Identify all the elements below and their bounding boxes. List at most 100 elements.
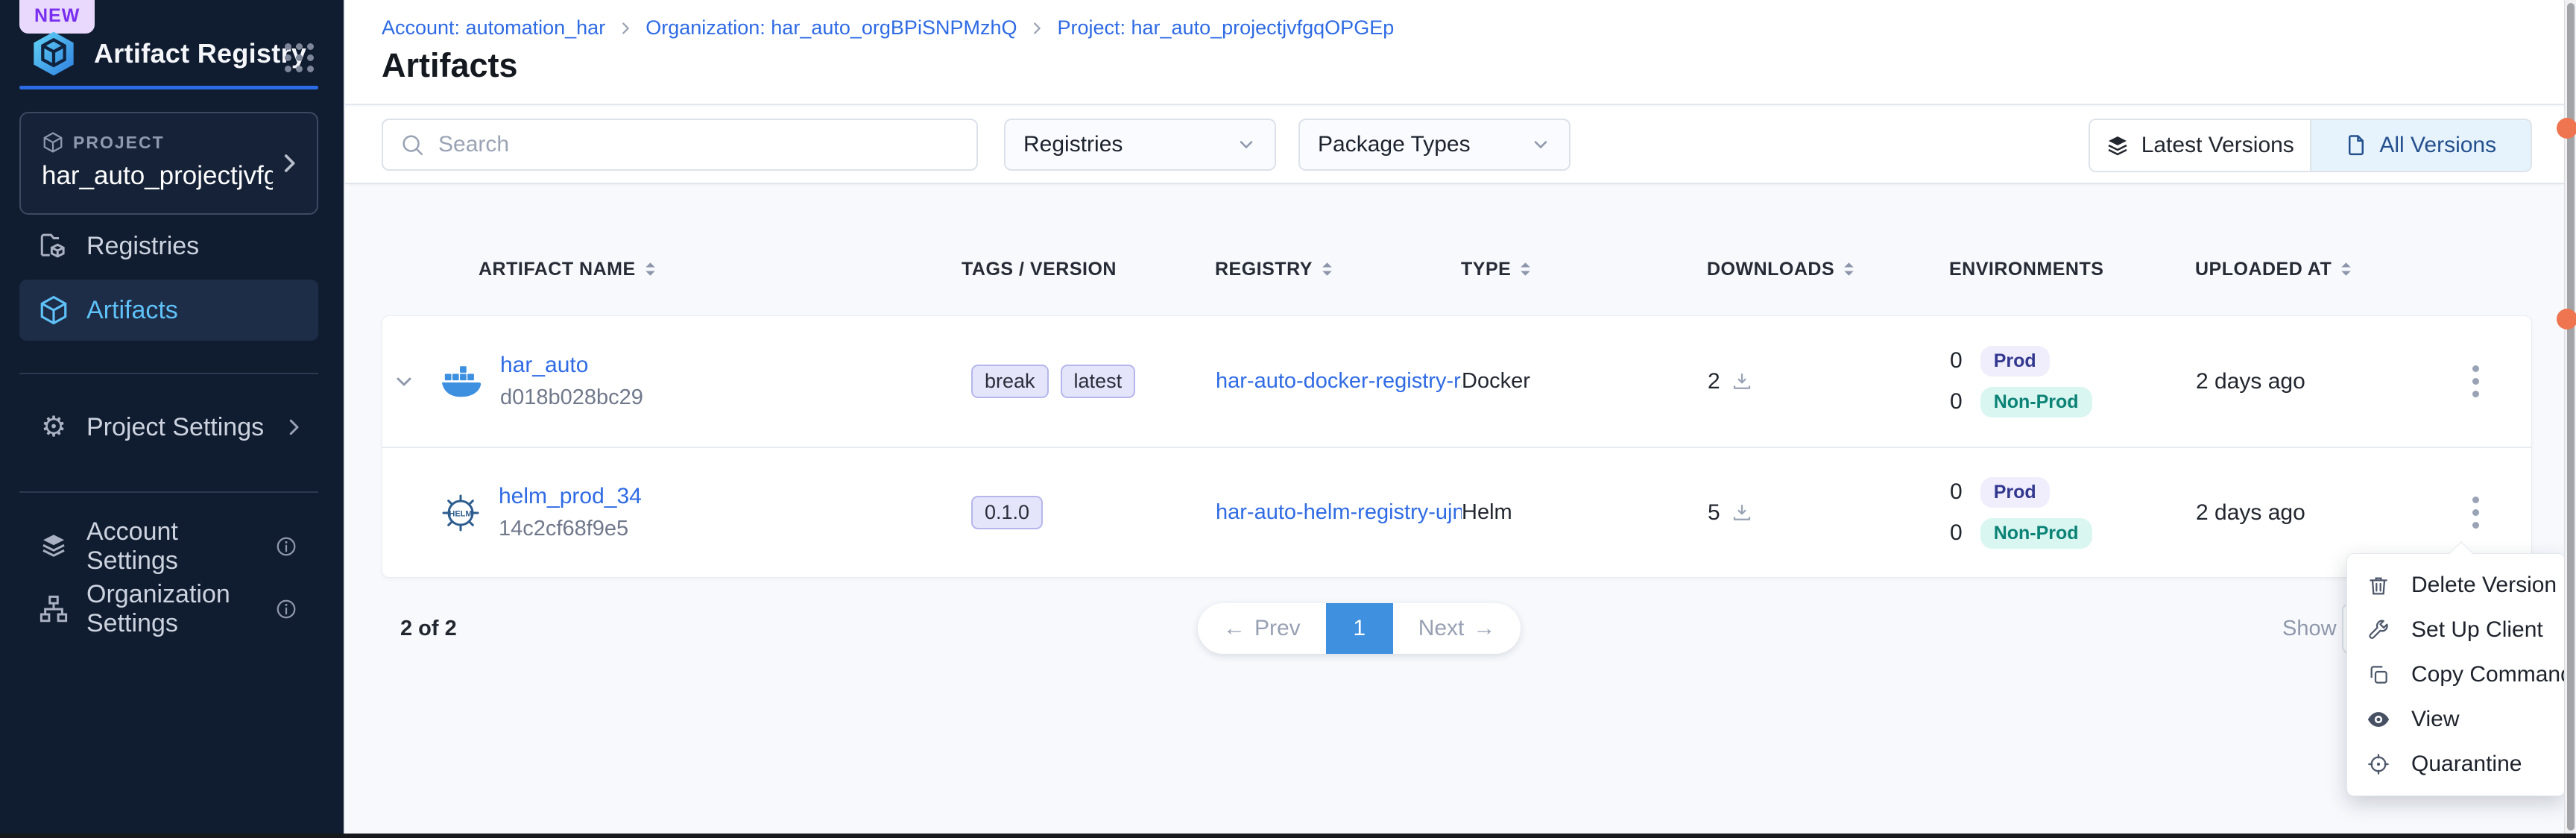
sidebar-item-label: Project Settings: [86, 413, 264, 442]
prev-page-button[interactable]: ← Prev: [1198, 603, 1326, 654]
artifact-digest: d018b028bc29: [500, 385, 643, 410]
sidebar-item-project-settings[interactable]: ⚙ Project Settings: [19, 400, 318, 454]
artifacts-cube-icon: [37, 294, 70, 327]
registry-link[interactable]: har-auto-helm-registry-ujn...: [1216, 500, 1462, 525]
menu-item-view[interactable]: View: [2347, 697, 2565, 742]
header-uploaded-at[interactable]: UPLOADED AT: [2195, 259, 2419, 280]
downloads-count: 5: [1708, 500, 1720, 526]
all-versions-button[interactable]: All Versions: [2311, 120, 2531, 171]
edge-marker-dot: [2557, 309, 2576, 330]
row-actions-context-menu: Delete Version Set Up Client Copy Comman…: [2346, 553, 2566, 796]
sort-icon: [1322, 261, 1333, 277]
info-icon[interactable]: [275, 535, 297, 558]
latest-versions-button[interactable]: Latest Versions: [2090, 120, 2311, 171]
download-icon: [1731, 502, 1753, 524]
registries-filter-label: Registries: [1023, 132, 1123, 157]
prod-badge: Prod: [1980, 346, 2050, 377]
menu-item-set-up-client[interactable]: Set Up Client: [2347, 608, 2565, 652]
project-name: har_auto_projectjvfgq...: [42, 161, 273, 191]
header-type[interactable]: TYPE: [1461, 259, 1707, 280]
sidebar-item-artifacts[interactable]: Artifacts: [19, 280, 318, 341]
search-input[interactable]: [438, 132, 960, 157]
layers-icon: [2106, 133, 2130, 157]
sort-icon: [1520, 261, 1531, 277]
version-view-toggle: Latest Versions All Versions: [2089, 119, 2532, 172]
sidebar-item-label: Account Settings: [86, 517, 275, 576]
docker-icon: [441, 365, 482, 399]
artifact-name-link[interactable]: helm_prod_34: [499, 484, 642, 509]
registry-link[interactable]: har-auto-docker-registry-r...: [1216, 369, 1462, 394]
menu-item-label: Copy Command: [2411, 662, 2573, 687]
header-environments: ENVIRONMENTS: [1949, 259, 2195, 280]
info-icon[interactable]: [275, 598, 297, 620]
downloads-count: 2: [1708, 369, 1720, 394]
package-types-filter-dropdown[interactable]: Package Types: [1298, 119, 1570, 171]
app-switcher-icon[interactable]: [285, 43, 314, 72]
breadcrumb-project-link[interactable]: Project: har_auto_projectjvfgqOPGEp: [1057, 16, 1394, 40]
sidebar: NEW Artifact Registry PR: [0, 0, 344, 838]
trash-icon: [2365, 572, 2392, 599]
project-cube-icon: [42, 131, 64, 154]
row-actions-menu-button[interactable]: [2453, 352, 2498, 412]
uploaded-at: 2 days ago: [2196, 369, 2305, 394]
menu-item-copy-command[interactable]: Copy Command: [2347, 652, 2565, 697]
arrow-left-icon: ←: [1223, 616, 1246, 641]
sidebar-item-label: Artifacts: [86, 296, 178, 325]
eye-icon: [2365, 706, 2392, 733]
sidebar-item-registries[interactable]: Registries: [19, 219, 318, 273]
chevron-down-icon: [1236, 134, 1257, 155]
chevron-down-icon: [1530, 134, 1551, 155]
quarantine-target-icon: [2365, 751, 2392, 778]
breadcrumb: Account: automation_har Organization: ha…: [382, 16, 1394, 40]
artifact-name-link[interactable]: har_auto: [500, 353, 643, 378]
file-icon: [2345, 134, 2367, 157]
next-page-button[interactable]: Next →: [1393, 603, 1521, 654]
menu-item-label: Delete Version: [2411, 573, 2557, 598]
prod-count: 0: [1950, 348, 1963, 374]
account-layers-icon: [37, 530, 70, 563]
edge-marker-dot: [2557, 118, 2576, 139]
pagination: ← Prev 1 Next →: [1198, 603, 1521, 654]
chevron-right-icon: [277, 151, 302, 176]
show-label: Show: [2282, 617, 2337, 641]
registries-folder-icon: [37, 230, 70, 262]
breadcrumb-organization-link[interactable]: Organization: har_auto_orgBPiSNPMzhQ: [645, 16, 1017, 40]
prod-count: 0: [1950, 479, 1963, 505]
sort-icon: [1843, 261, 1854, 277]
page-number-button[interactable]: 1: [1326, 603, 1393, 654]
artifact-registry-logo-icon: [30, 30, 78, 78]
breadcrumb-account-link[interactable]: Account: automation_har: [382, 16, 605, 40]
sidebar-item-organization-settings[interactable]: Organization Settings: [19, 582, 318, 636]
header-artifact-name[interactable]: ARTIFACT NAME: [425, 259, 962, 280]
nonprod-count: 0: [1950, 389, 1963, 415]
toolbar: Registries Package Types Latest Versions: [345, 107, 2564, 184]
helm-icon: HELM: [441, 493, 481, 533]
registries-filter-dropdown[interactable]: Registries: [1004, 119, 1276, 171]
artifact-type: Helm: [1462, 500, 1512, 525]
menu-item-quarantine[interactable]: Quarantine: [2347, 742, 2565, 787]
prod-badge: Prod: [1980, 477, 2050, 508]
header-tags-version: TAGS / VERSION: [962, 259, 1215, 280]
latest-versions-label: Latest Versions: [2141, 133, 2294, 158]
expand-row-button[interactable]: [382, 370, 426, 394]
page-header: Account: automation_har Organization: ha…: [345, 0, 2564, 105]
menu-item-label: Quarantine: [2411, 752, 2522, 777]
project-selector[interactable]: PROJECT har_auto_projectjvfgq...: [19, 112, 318, 215]
row-actions-menu-button[interactable]: [2453, 483, 2498, 543]
sort-icon: [2340, 261, 2352, 277]
header-registry[interactable]: REGISTRY: [1215, 259, 1461, 280]
artifacts-table: har_auto d018b028bc29 break latest har-a…: [382, 315, 2532, 578]
bottom-edge-bar: [0, 834, 2576, 838]
uploaded-at: 2 days ago: [2196, 500, 2305, 526]
arrow-right-icon: →: [1473, 616, 1495, 641]
artifacts-table-section: ARTIFACT NAME TAGS / VERSION REGISTRY TY…: [345, 186, 2564, 834]
app-logo-row: Artifact Registry: [30, 30, 306, 78]
menu-item-delete-version[interactable]: Delete Version: [2347, 563, 2565, 608]
artifact-digest: 14c2cf68f9e5: [499, 517, 642, 541]
sidebar-item-account-settings[interactable]: Account Settings: [19, 520, 318, 573]
header-downloads[interactable]: DOWNLOADS: [1707, 259, 1949, 280]
menu-item-label: View: [2411, 707, 2459, 732]
pagination-range: 2 of 2: [400, 617, 457, 641]
nonprod-badge: Non-Prod: [1980, 387, 2092, 418]
svg-text:HELM: HELM: [449, 509, 472, 518]
